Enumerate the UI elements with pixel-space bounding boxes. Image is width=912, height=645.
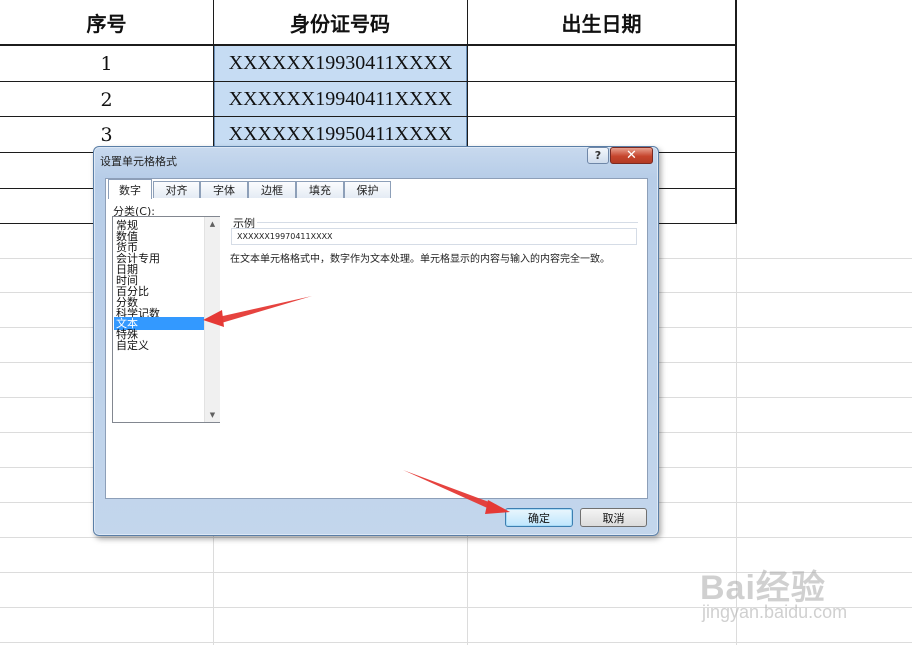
cell-id-selected[interactable]: XXXXXX19930411XXXX: [214, 46, 467, 81]
close-icon: ✕: [626, 148, 637, 163]
dialog-title: 设置单元格格式: [100, 155, 177, 168]
scroll-up-icon[interactable]: ▲: [205, 219, 220, 229]
sample-divider: [257, 222, 638, 223]
category-listbox[interactable]: 常规 数值 货币 会计专用 日期 时间 百分比 分数 科学记数 文本 特殊 自定…: [112, 216, 220, 423]
gridline: [0, 537, 912, 538]
table-border: [0, 44, 737, 46]
table-border: [735, 0, 737, 224]
baidu-watermark: Bai经验 jingyan.baidu.com: [700, 560, 880, 630]
tab-border[interactable]: 边框: [248, 181, 296, 198]
cell-index[interactable]: 2: [0, 82, 213, 117]
tab-font[interactable]: 字体: [200, 181, 248, 198]
tab-fill[interactable]: 填充: [296, 181, 344, 198]
watermark-url: jingyan.baidu.com: [702, 602, 848, 622]
tab-protection[interactable]: 保护: [344, 181, 391, 198]
header-cell-birth[interactable]: 出生日期: [467, 0, 736, 44]
sample-preview: XXXXXX19970411XXXX: [231, 228, 637, 245]
cell-id-selected[interactable]: XXXXXX19940411XXXX: [214, 82, 467, 116]
table-border: [0, 116, 737, 117]
close-button[interactable]: ✕: [610, 147, 653, 164]
scroll-down-icon[interactable]: ▼: [205, 410, 220, 420]
category-item[interactable]: 自定义: [116, 339, 204, 352]
format-description: 在文本单元格格式中，数字作为文本处理。单元格显示的内容与输入的内容完全一致。: [230, 254, 610, 265]
help-button[interactable]: ?: [587, 147, 609, 164]
tab-alignment[interactable]: 对齐: [153, 181, 200, 198]
ok-button[interactable]: 确定: [505, 508, 573, 527]
cancel-button[interactable]: 取消: [580, 508, 647, 527]
header-cell-index[interactable]: 序号: [0, 0, 213, 44]
gridline: [0, 642, 912, 643]
cell-birth[interactable]: [468, 82, 736, 117]
category-scrollbar[interactable]: ▲ ▼: [204, 217, 220, 422]
cell-birth[interactable]: [468, 46, 736, 82]
tab-number[interactable]: 数字: [108, 179, 152, 199]
table-border: [0, 81, 737, 82]
cell-index[interactable]: 1: [0, 46, 213, 82]
header-cell-id[interactable]: 身份证号码: [213, 0, 467, 44]
